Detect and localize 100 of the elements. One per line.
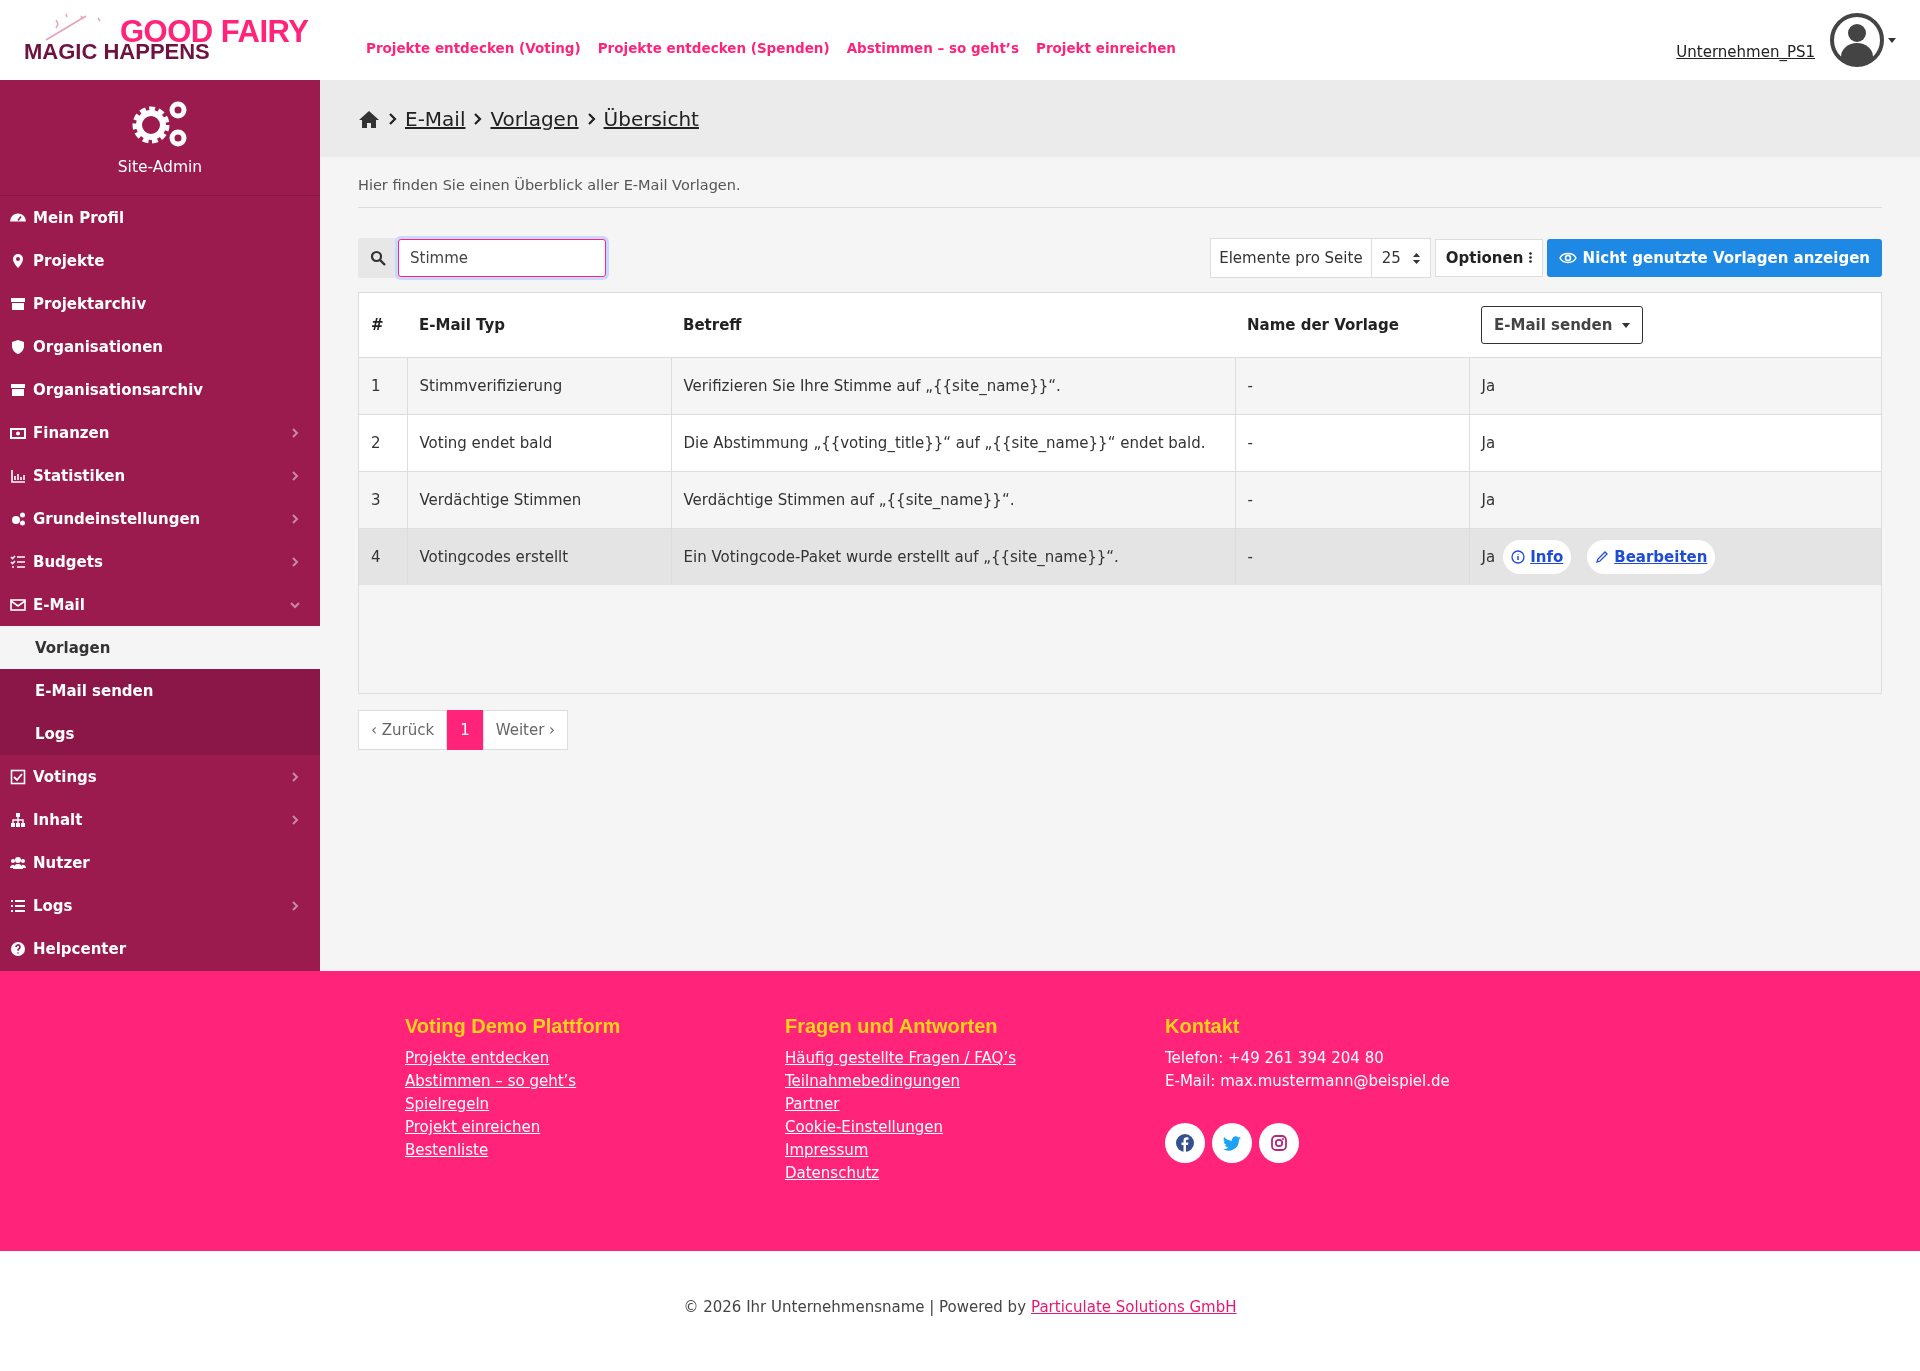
table-cell: Ja <box>1481 491 1496 509</box>
chevron-right-icon <box>473 112 483 125</box>
search-icon[interactable] <box>358 238 398 278</box>
show-unused-button[interactable]: Nicht genutzte Vorlagen anzeigen <box>1546 239 1882 277</box>
footer-link[interactable]: Projekt einreichen <box>405 1118 785 1136</box>
eye-icon <box>1558 252 1577 264</box>
sidebar-item[interactable]: Nutzer <box>0 841 320 884</box>
breadcrumb-link[interactable]: Vorlagen <box>490 106 579 131</box>
footer-link[interactable]: Häufig gestellte Fragen / FAQ’s <box>785 1049 1165 1067</box>
footer-link[interactable]: Projekte entdecken <box>405 1049 785 1067</box>
table-cell: 1 <box>359 357 407 415</box>
column-header: E-Mail Typ <box>407 293 671 358</box>
footer-link[interactable]: Partner <box>785 1095 1165 1113</box>
sidebar-item[interactable]: Organisationsarchiv <box>0 368 320 411</box>
nav-link[interactable]: Projekte entdecken (Voting) <box>366 40 581 56</box>
pagination-item[interactable]: Weiter › <box>482 710 569 750</box>
nav-link[interactable]: Projekt einreichen <box>1036 40 1176 56</box>
sidebar-item[interactable]: Budgets <box>0 540 320 583</box>
sidebar-item[interactable]: Logs <box>0 884 320 927</box>
breadcrumb-link[interactable]: Übersicht <box>603 106 699 131</box>
footer-link[interactable]: Impressum <box>785 1141 1165 1159</box>
sidebar-item[interactable]: Organisationen <box>0 325 320 368</box>
column-header: Name der Vorlage <box>1235 293 1469 358</box>
footer-link[interactable]: Abstimmen – so geht’s <box>405 1072 785 1090</box>
sidebar-item[interactable]: Projekte <box>0 239 320 282</box>
footer-link[interactable]: Spielregeln <box>405 1095 785 1113</box>
footer-link[interactable]: Datenschutz <box>785 1164 1165 1182</box>
shield-icon <box>10 338 26 355</box>
facebook-icon[interactable] <box>1165 1123 1205 1163</box>
help-icon <box>10 940 26 957</box>
map-pin-icon <box>10 252 26 269</box>
archive-icon <box>10 295 26 312</box>
per-page-select[interactable]: Elemente pro Seite 25 <box>1210 238 1431 278</box>
table-cell: Ja <box>1481 548 1496 566</box>
gauge-icon <box>10 213 26 222</box>
chevron-right-icon <box>586 112 596 125</box>
chevron-right-icon <box>290 427 300 438</box>
table-cell: 2 <box>359 414 407 472</box>
twitter-icon[interactable] <box>1212 1123 1252 1163</box>
edit-link[interactable]: Bearbeiten <box>1587 540 1716 574</box>
home-icon[interactable] <box>358 109 380 128</box>
sidebar-subitem[interactable]: Vorlagen <box>0 626 320 669</box>
list-icon <box>10 897 26 914</box>
sidebar-item[interactable]: Mein Profil <box>0 196 320 239</box>
table-cell: - <box>1235 471 1469 529</box>
sidebar-item[interactable]: Projektarchiv <box>0 282 320 325</box>
table-cell: Die Abstimmung „{{voting_title}}“ auf „{{site_name}}“ endet bald. <box>671 414 1235 472</box>
column-header: Betreff <box>671 293 1235 358</box>
dots-icon <box>1528 252 1532 263</box>
sidebar-item[interactable]: E-Mail <box>0 583 320 626</box>
caret-icon <box>1888 37 1896 43</box>
chevron-right-icon <box>290 814 300 825</box>
options-button[interactable]: Optionen <box>1434 239 1543 277</box>
checkbox-icon <box>10 768 26 785</box>
nav-link[interactable]: Projekte entdecken (Spenden) <box>597 40 830 56</box>
sitemap-icon <box>10 811 26 828</box>
footer-heading: Voting Demo Plattform <box>405 1015 622 1038</box>
filter-dropdown[interactable]: E-Mail senden <box>1481 306 1644 344</box>
chevron-down-icon <box>290 599 300 610</box>
info-link[interactable]: Info <box>1503 540 1572 574</box>
contact-text: Telefon: +49 261 394 204 80 <box>1165 1049 1385 1067</box>
chevron-right-icon <box>290 900 300 911</box>
table-cell: Voting endet bald <box>407 414 671 472</box>
sidebar-item[interactable]: Helpcenter <box>0 927 320 970</box>
footer-heading: Kontakt <box>1165 1015 1241 1038</box>
contact-text: E-Mail: max.mustermann@beispiel.de <box>1165 1072 1451 1090</box>
pagination-item[interactable]: 1 <box>447 710 483 750</box>
avatar-icon[interactable] <box>1829 12 1885 68</box>
info-icon <box>1511 550 1526 564</box>
sidebar-title: Site-Admin <box>117 157 203 176</box>
sort-arrows-icon <box>1412 252 1420 264</box>
caret-icon <box>1622 322 1631 328</box>
users-icon <box>10 854 26 871</box>
table-cell: Verifizieren Sie Ihre Stimme auf „{{site_name}}“. <box>671 357 1235 415</box>
sidebar-subitem[interactable]: Logs <box>0 712 320 755</box>
intro-text: Hier finden Sie einen Überblick aller E-Mail Vorlagen. <box>358 157 1882 208</box>
footer-link[interactable]: Teilnahmebedingungen <box>785 1072 1165 1090</box>
pagination-item[interactable]: ‹ Zurück <box>358 710 448 750</box>
table-cell: Votingcodes erstellt <box>407 528 671 585</box>
nav-link[interactable]: Abstimmen – so geht’s <box>846 40 1019 56</box>
sidebar-item[interactable]: Inhalt <box>0 798 320 841</box>
sidebar-item[interactable]: Grundeinstellungen <box>0 497 320 540</box>
footer-link[interactable]: Bestenliste <box>405 1141 785 1159</box>
table-cell: - <box>1235 414 1469 472</box>
table-cell: 4 <box>359 528 407 585</box>
company-link[interactable]: Particulate Solutions GmbH <box>1031 1298 1237 1316</box>
user-link[interactable]: Unternehmen_PS1 <box>1676 43 1815 61</box>
chevron-right-icon <box>290 513 300 524</box>
sidebar-subitem[interactable]: E-Mail senden <box>0 669 320 712</box>
chevron-right-icon <box>290 556 300 567</box>
table-cell: - <box>1235 528 1469 585</box>
footer-link[interactable]: Cookie-Einstellungen <box>785 1118 1165 1136</box>
sidebar-item[interactable]: Votings <box>0 755 320 798</box>
chevron-right-icon <box>290 470 300 481</box>
sidebar-item[interactable]: Finanzen <box>0 411 320 454</box>
instagram-icon[interactable] <box>1259 1123 1299 1163</box>
search-field[interactable]: Stimme <box>398 239 606 277</box>
table-cell: Ein Votingcode-Paket wurde erstellt auf „{{site_name}}“. <box>671 528 1235 585</box>
sidebar-item[interactable]: Statistiken <box>0 454 320 497</box>
breadcrumb-link[interactable]: E-Mail <box>405 106 466 131</box>
